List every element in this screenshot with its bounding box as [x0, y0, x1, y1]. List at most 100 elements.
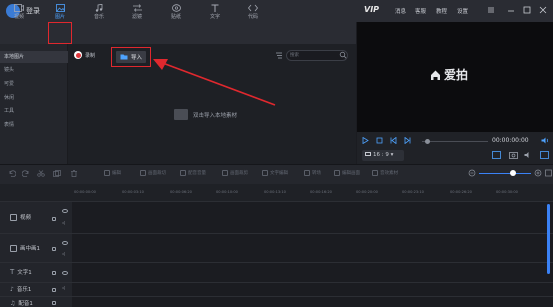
- speaker-icon[interactable]: ◁: [62, 220, 65, 225]
- category-local-images[interactable]: 本地图片: [0, 51, 68, 63]
- text-edit-icon: [262, 170, 268, 176]
- tab-music[interactable]: 音乐: [80, 0, 118, 22]
- tool-label: 音效素材: [380, 171, 398, 176]
- zoom-slider-handle[interactable]: [510, 170, 516, 176]
- stop-icon[interactable]: [376, 137, 383, 144]
- record-button[interactable]: 录制: [74, 49, 95, 61]
- tab-code[interactable]: 代码: [234, 0, 272, 22]
- lock-icon[interactable]: [52, 288, 56, 292]
- aspect-ratio-value: 16 : 9: [373, 152, 389, 158]
- track-pip[interactable]: 画中画1: [10, 244, 40, 252]
- camera-icon[interactable]: [509, 151, 518, 159]
- music-track-icon: ♪: [10, 285, 14, 293]
- tab-label: 贴纸: [170, 14, 181, 20]
- ruler-tick: 00:00:03:10: [122, 190, 144, 194]
- minimize-icon[interactable]: [506, 5, 516, 15]
- snapshot-icon[interactable]: [492, 151, 501, 159]
- eye-icon[interactable]: [62, 209, 68, 213]
- lock-icon[interactable]: [52, 301, 56, 305]
- undo-icon[interactable]: [8, 170, 16, 177]
- transition-icon: [304, 170, 310, 176]
- zoom-in-icon[interactable]: [534, 169, 542, 177]
- tab-label: 图片: [54, 14, 65, 20]
- annotation-arrow: [140, 50, 280, 110]
- cut-icon[interactable]: [37, 170, 45, 177]
- seek-track[interactable]: [422, 141, 488, 142]
- filter-icon: [132, 4, 142, 12]
- menu-icon[interactable]: [486, 5, 496, 15]
- delete-icon[interactable]: [70, 170, 78, 177]
- fit-timeline-icon[interactable]: [545, 169, 552, 177]
- tab-label: 代码: [247, 14, 258, 20]
- tool-trim[interactable]: 画面裁剪: [222, 170, 248, 176]
- zoom-out-icon[interactable]: [468, 169, 476, 177]
- track-divider: [0, 296, 553, 297]
- zoom-slider-track[interactable]: [479, 173, 531, 174]
- aspect-ratio-select[interactable]: 16 : 9 ▾: [362, 150, 404, 161]
- eye-icon[interactable]: [62, 241, 68, 245]
- tool-crop[interactable]: 画面裁切: [140, 170, 166, 176]
- redo-icon[interactable]: [22, 170, 30, 177]
- tool-edit-frame[interactable]: 编辑画面: [334, 170, 360, 176]
- timeline-scrollbar[interactable]: [547, 204, 550, 274]
- lock-icon[interactable]: [52, 247, 56, 251]
- tab-text[interactable]: 文字: [196, 0, 234, 22]
- lock-icon[interactable]: [52, 271, 56, 275]
- sound-effect-icon: [372, 170, 378, 176]
- prev-frame-icon[interactable]: [390, 137, 397, 144]
- tool-sound-effects[interactable]: 音效素材: [372, 170, 398, 176]
- tool-text-edit[interactable]: 文字编辑: [262, 170, 288, 176]
- tool-label: 配音音量: [188, 171, 206, 176]
- frame-icon: [334, 170, 340, 176]
- category-leisure[interactable]: 休闲: [0, 92, 68, 104]
- tab-video[interactable]: 视频: [0, 0, 38, 22]
- tab-filter[interactable]: 滤镜: [118, 0, 156, 22]
- tab-label: 视频: [13, 14, 24, 20]
- category-emoji[interactable]: 表情: [0, 119, 68, 131]
- lock-icon[interactable]: [52, 217, 56, 221]
- menu-service[interactable]: 客服: [415, 7, 426, 15]
- next-frame-icon[interactable]: [404, 137, 411, 144]
- eye-icon[interactable]: [62, 271, 68, 275]
- tool-volume[interactable]: 配音音量: [180, 170, 206, 176]
- fullscreen-icon[interactable]: [540, 151, 549, 159]
- ruler-tick: 00:00:20:00: [356, 190, 378, 194]
- tab-sticker[interactable]: 贴纸: [157, 0, 195, 22]
- speaker-icon[interactable]: ◁: [62, 285, 65, 290]
- image-tab-highlight: [48, 22, 72, 44]
- track-label: 文字1: [17, 270, 32, 276]
- monitor-icon: [365, 152, 371, 156]
- speaker-icon[interactable]: ◁: [62, 251, 65, 256]
- track-lanes[interactable]: [72, 202, 553, 307]
- track-text[interactable]: T 文字1: [10, 268, 32, 276]
- volume-icon[interactable]: [541, 137, 549, 144]
- tool-edit[interactable]: 编辑: [104, 170, 121, 176]
- ruler-tick: 00:00:06:20: [170, 190, 192, 194]
- track-voiceover[interactable]: ♫ 配音1: [10, 299, 33, 307]
- tool-label: 文字编辑: [270, 171, 288, 176]
- vip-badge[interactable]: VIP: [364, 5, 379, 14]
- category-tools[interactable]: 工具: [0, 105, 68, 117]
- menu-messages[interactable]: 消息: [395, 7, 406, 15]
- image-icon: [55, 4, 65, 12]
- seek-handle[interactable]: [425, 139, 430, 144]
- tool-label: 转场: [312, 171, 321, 176]
- search-icon[interactable]: [339, 51, 347, 59]
- voice-track-icon: ♫: [10, 299, 16, 307]
- pip-track-icon: [10, 244, 17, 252]
- import-media-icon: [174, 109, 188, 120]
- mute-icon[interactable]: [524, 151, 533, 159]
- track-video[interactable]: 视频: [10, 213, 31, 221]
- play-icon[interactable]: [362, 137, 369, 144]
- category-lens[interactable]: 镜头: [0, 64, 68, 76]
- tab-image[interactable]: 图片: [41, 0, 79, 22]
- menu-tutorial[interactable]: 教程: [436, 7, 447, 15]
- maximize-icon[interactable]: [522, 5, 532, 15]
- track-music[interactable]: ♪ 音乐1: [10, 285, 31, 294]
- close-icon[interactable]: [538, 5, 548, 15]
- ruler-tick: 00:00:23:10: [402, 190, 424, 194]
- tool-transition[interactable]: 转场: [304, 170, 321, 176]
- copy-icon[interactable]: [53, 170, 61, 177]
- category-cute[interactable]: 可爱: [0, 78, 68, 90]
- menu-settings[interactable]: 设置: [457, 7, 468, 15]
